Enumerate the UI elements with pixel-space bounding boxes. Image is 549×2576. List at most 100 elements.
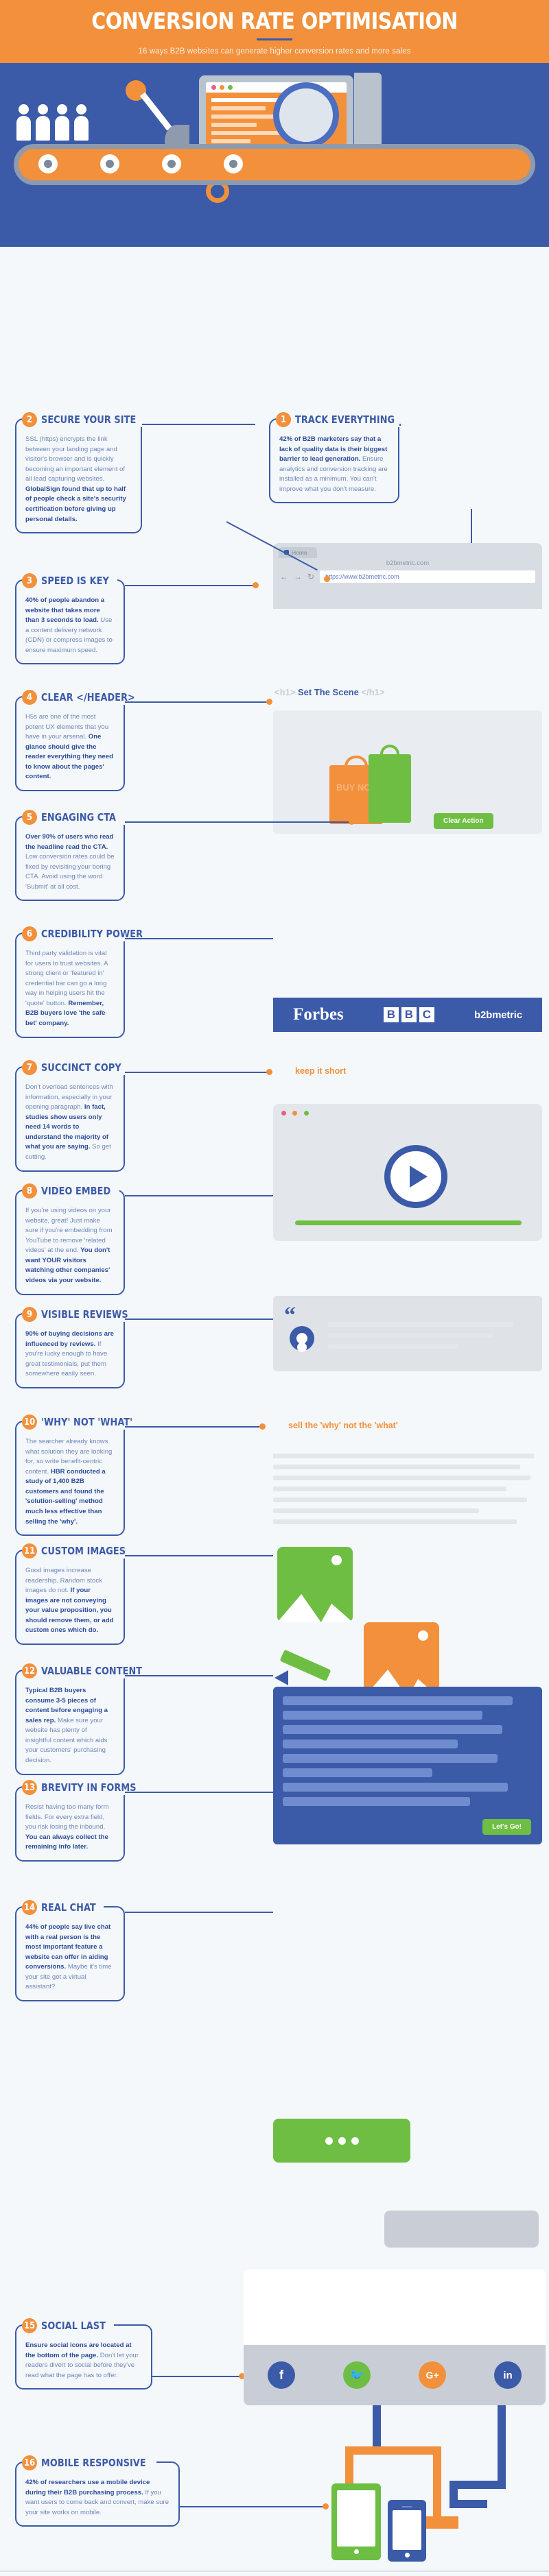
header-banner: CONVERSION RATE OPTIMISATION 16 ways B2B… <box>0 0 549 63</box>
item-number-badge: 1 <box>276 412 291 427</box>
reload-icon[interactable]: ↻ <box>307 572 314 581</box>
conveyor-band <box>14 144 535 185</box>
responsive-bracket-blue-5 <box>449 2500 487 2508</box>
form-field[interactable] <box>283 1797 470 1806</box>
form-field[interactable] <box>283 1696 513 1705</box>
card-head-15: 15 SOCIAL LAST <box>22 2318 114 2333</box>
bbc-logo: B B C <box>383 1007 434 1022</box>
browser-mockup: Home b2bmetric.com ← → ↻ https://www.b2b… <box>273 543 542 609</box>
card-item-3: 3 SPEED IS KEY 40% of people abandon a w… <box>15 573 125 665</box>
card-item-2: 2 SECURE YOUR SITE SSL (https) encrypts … <box>15 412 146 534</box>
card-head-7: 7 SUCCINCT COPY <box>22 1060 130 1075</box>
form-mockup: Let's Go! <box>273 1687 542 1844</box>
play-icon <box>409 1166 428 1188</box>
title-divider <box>257 38 292 40</box>
item-number-badge: 2 <box>22 412 37 427</box>
item-number-badge: 5 <box>22 810 37 825</box>
connector-1 <box>399 424 401 426</box>
card-item-8: 8 VIDEO EMBED If you're using videos on … <box>15 1183 125 1295</box>
card-item-13: 13 BREVITY IN FORMS Resist having too ma… <box>15 1780 146 1862</box>
arrow-left-icon[interactable]: ← <box>280 572 288 581</box>
video-window-min-dot <box>292 1111 298 1116</box>
forbes-logo: Forbes <box>293 1005 344 1024</box>
item-title: MOBILE RESPONSIVE <box>41 2457 146 2469</box>
video-play-button[interactable] <box>384 1145 447 1208</box>
item-number-badge: 4 <box>22 690 37 705</box>
card-item-7: 7 SUCCINCT COPY Don't overload sentences… <box>15 1060 130 1172</box>
connector-9 <box>125 1319 273 1320</box>
phone-green <box>331 2483 381 2560</box>
clear-action-button[interactable]: Clear Action <box>434 813 493 829</box>
item-body-2: SSL (https) encrypts the link between yo… <box>25 435 126 523</box>
item-number-badge: 16 <box>22 2455 37 2470</box>
browser-tab-label: Home <box>292 549 307 556</box>
card-head-14: 14 REAL CHAT <box>22 1900 104 1915</box>
form-field[interactable] <box>283 1725 503 1734</box>
url-input[interactable]: https://www.b2bmetric.com <box>320 570 535 583</box>
shopping-bag-green <box>369 745 411 823</box>
b2bmetric-logo: b2bmetric <box>474 1009 522 1021</box>
connector-2 <box>142 424 255 425</box>
set-the-scene-heading: <h1> Set The Scene </h1> <box>274 687 384 697</box>
form-field[interactable] <box>283 1768 433 1777</box>
infographic-page: CONVERSION RATE OPTIMISATION 16 ways B2B… <box>0 0 549 2576</box>
connector-16 <box>180 2506 325 2507</box>
arrow-right-icon[interactable]: → <box>294 572 302 581</box>
connector-14 <box>125 1912 273 1913</box>
card-item-6: 6 CREDIBILITY POWER Third party validati… <box>15 926 153 1038</box>
phone-blue <box>388 2500 426 2562</box>
item-number-badge: 14 <box>22 1900 37 1915</box>
copy-skeleton-block <box>273 1454 542 1543</box>
chat-bubble-green <box>273 2119 410 2163</box>
google-plus-icon[interactable]: G+ <box>419 2361 446 2389</box>
bbc-letter: B <box>401 1007 417 1022</box>
chat-bubble-grey-1 <box>384 2211 539 2248</box>
item-title: CLEAR </HEADER> <box>41 691 135 703</box>
responsive-bracket-orange-3 <box>433 2446 441 2518</box>
connector-4-dot <box>266 699 272 705</box>
item-body-13: Resist having too many form fields. For … <box>25 1803 109 1851</box>
item-body-1: 42% of B2B marketers say that a lack of … <box>279 435 388 493</box>
facebook-icon[interactable]: f <box>268 2361 295 2389</box>
video-window-close-dot <box>281 1111 286 1116</box>
card-head-9: 9 VISIBLE REVIEWS <box>22 1307 138 1322</box>
sell-why-label: sell the 'why' not the 'what' <box>288 1421 398 1430</box>
item-title: ENGAGING CTA <box>41 811 117 823</box>
connector-3-dot <box>253 582 259 588</box>
lets-go-button[interactable]: Let's Go! <box>482 1819 531 1835</box>
item-number-badge: 8 <box>22 1183 37 1199</box>
connector-12 <box>125 1675 273 1676</box>
form-field[interactable] <box>283 1754 498 1763</box>
item-body-6: Third party validation is vital for user… <box>25 950 108 1028</box>
connector-10 <box>125 1426 262 1428</box>
item-number-badge: 10 <box>22 1415 37 1430</box>
card-item-4: 4 CLEAR </HEADER> H5s are one of the mos… <box>15 690 145 792</box>
review-card: “ <box>273 1296 542 1371</box>
pin-stick-icon <box>140 92 172 131</box>
card-item-9: 9 VISIBLE REVIEWS 90% of buying decision… <box>15 1307 138 1388</box>
form-field[interactable] <box>283 1711 483 1720</box>
card-item-5: 5 ENGAGING CTA Over 90% of users who rea… <box>15 810 125 902</box>
card-head-5: 5 ENGAGING CTA <box>22 810 125 825</box>
linkedin-icon[interactable]: in <box>494 2361 522 2389</box>
form-field[interactable] <box>283 1740 458 1748</box>
h1-text: Set The Scene <box>297 687 359 697</box>
social-icon-bar: f 🐦 G+ in <box>244 2345 546 2405</box>
url-connector-dot <box>324 576 330 582</box>
connector-13 <box>125 1792 273 1793</box>
item-body-3: 40% of people abandon a website that tak… <box>25 597 113 654</box>
video-progress-bar[interactable] <box>295 1220 522 1225</box>
avatar <box>290 1326 314 1351</box>
twitter-icon[interactable]: 🐦 <box>343 2361 371 2389</box>
card-head-11: 11 CUSTOM IMAGES <box>22 1543 135 1558</box>
bbc-letter: B <box>383 1007 399 1022</box>
form-field[interactable] <box>283 1783 508 1792</box>
connector-5 <box>125 821 351 823</box>
item-number-badge: 12 <box>22 1663 37 1678</box>
item-body-8: If you're using videos on your website, … <box>25 1207 113 1285</box>
item-title: CUSTOM IMAGES <box>41 1545 126 1557</box>
window-maximize-dot <box>228 85 233 90</box>
card-head-8: 8 VIDEO EMBED <box>22 1183 119 1199</box>
item-body-14: 44% of people say live chat with a real … <box>25 1923 112 1991</box>
card-head-10: 10 'WHY' NOT 'WHAT' <box>22 1415 143 1430</box>
